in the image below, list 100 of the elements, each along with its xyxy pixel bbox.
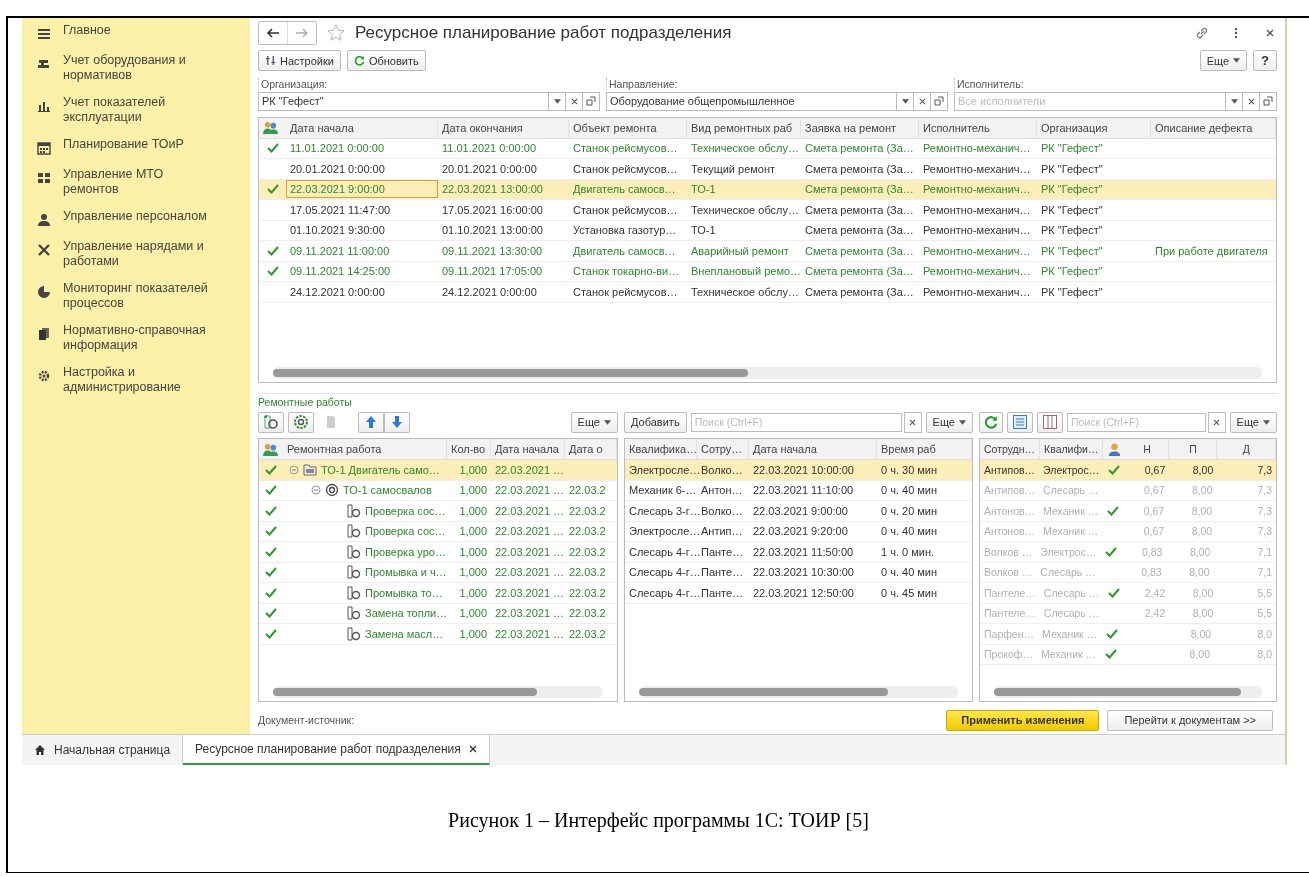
dropdown-button[interactable] xyxy=(1226,91,1243,111)
table-cell-text: Антонов… xyxy=(983,503,1037,519)
column-header[interactable]: Дата начала xyxy=(491,439,565,460)
column-header[interactable]: Дата начала xyxy=(749,439,877,460)
table-cell-text: Техническое обслу… xyxy=(690,202,800,218)
column-header[interactable]: П xyxy=(1169,439,1218,460)
table-cell-text: Смета ремонта (За… xyxy=(804,264,915,280)
close-icon xyxy=(909,418,917,426)
table-cell-text: 22.03.2021 … xyxy=(494,585,565,601)
table-cell-text: Ремонтно-механич… xyxy=(922,264,1032,280)
column-header[interactable]: Вид ремонтных раб xyxy=(687,117,801,138)
more-button[interactable]: Еще xyxy=(1199,50,1248,72)
column-header[interactable]: Описание дефекта xyxy=(1151,117,1276,138)
machine-icon xyxy=(37,57,51,71)
tree-item[interactable]: Проверка сос… xyxy=(365,504,446,517)
dropdown-button[interactable] xyxy=(549,91,566,111)
task-icon xyxy=(347,544,361,559)
add-task-button[interactable] xyxy=(258,411,284,433)
clear-button[interactable] xyxy=(566,91,583,111)
link-icon[interactable] xyxy=(1195,25,1209,40)
sidebar-item[interactable]: Учет оборудования и нормативов xyxy=(22,50,250,92)
tree-item[interactable]: Промывка и ч… xyxy=(365,566,447,579)
column-header[interactable]: Квалифика… xyxy=(625,439,697,460)
clear-button[interactable] xyxy=(914,91,931,111)
refresh-button[interactable]: Обновить xyxy=(346,50,426,72)
column-header[interactable]: Ремонтная работа xyxy=(283,439,447,460)
search-field[interactable]: Поиск (Ctrl+F) xyxy=(690,412,902,432)
sidebar-item[interactable]: Управление МТО ремонтов xyxy=(22,164,250,206)
table-cell-text: 22.03.2021 … xyxy=(494,544,565,560)
tree-item[interactable]: Промывка то… xyxy=(365,586,443,599)
refresh-button[interactable] xyxy=(979,411,1003,433)
column-header[interactable]: Дата начала xyxy=(286,117,438,138)
collapse-icon[interactable] xyxy=(289,464,299,475)
more-button[interactable]: Еще xyxy=(925,411,973,433)
sidebar-item[interactable]: Настройка и администрирование xyxy=(22,362,250,404)
clear-button[interactable] xyxy=(1207,411,1226,433)
tree-item[interactable]: Замена топли… xyxy=(365,607,448,620)
sidebar-item[interactable]: Учет показателей эксплуатации xyxy=(22,92,250,134)
column-header[interactable]: Объект ремонта xyxy=(569,117,687,138)
column-header[interactable]: Н xyxy=(1125,439,1170,460)
column-header[interactable]: Исполнитель xyxy=(919,117,1037,138)
tree-item[interactable]: Проверка уро… xyxy=(365,545,446,558)
sidebar-item[interactable]: Нормативно-справочная информация xyxy=(22,320,250,362)
horizontal-scrollbar[interactable] xyxy=(273,367,1262,380)
tree-item[interactable]: Проверка сос… xyxy=(365,525,446,538)
clear-button[interactable] xyxy=(1243,91,1260,111)
column-header[interactable]: Сотрудн… xyxy=(980,439,1041,460)
caret-icon xyxy=(1263,419,1270,425)
column-header[interactable]: Дата о xyxy=(565,439,617,460)
column-header[interactable]: Время раб xyxy=(877,439,972,460)
collapse-icon[interactable] xyxy=(311,485,321,496)
column-header[interactable]: Квалифи… xyxy=(1040,439,1104,460)
column-header[interactable]: Д xyxy=(1217,439,1276,460)
table-cell-text: 0,67 xyxy=(1143,462,1167,478)
sidebar-item[interactable]: Управление персоналом xyxy=(22,206,250,236)
table-cell-text: Антипов… xyxy=(983,462,1037,478)
sidebar-item[interactable]: Управление нарядами и работами xyxy=(22,236,250,278)
table-cell-text: 0 ч. 20 мин xyxy=(880,503,939,519)
column-header[interactable]: Дата окончания xyxy=(438,117,569,138)
dropdown-button[interactable] xyxy=(897,91,914,111)
tree-item[interactable]: ТО-1 Двигатель само… xyxy=(321,463,440,476)
table-view-button[interactable] xyxy=(1007,411,1033,433)
column-header[interactable]: Организация xyxy=(1037,117,1151,138)
down-button[interactable] xyxy=(384,411,410,433)
sidebar-item[interactable]: Мониторинг показателей процессов xyxy=(22,278,250,320)
close-icon xyxy=(1213,418,1221,426)
sidebar-item[interactable]: Главное xyxy=(22,20,250,50)
go-to-documents-button[interactable]: Перейти к документам >> xyxy=(1107,709,1273,731)
close-icon[interactable] xyxy=(468,745,477,753)
table-cell-text: Механик 6-… xyxy=(628,483,697,499)
apply-button[interactable]: Применить изменения xyxy=(946,709,1100,731)
table-cell-text: Пантеле… xyxy=(983,606,1037,622)
column-header[interactable]: Сотру… xyxy=(697,439,749,460)
operation-button[interactable] xyxy=(288,411,314,433)
horizontal-scrollbar[interactable] xyxy=(273,686,603,699)
filter-field[interactable]: Оборудование общепромышленное xyxy=(606,91,897,111)
tree-item[interactable]: Замена масл… xyxy=(365,627,444,640)
column-header[interactable]: Кол-во xyxy=(447,439,491,460)
table-cell-text: Механик … xyxy=(1041,626,1099,642)
filter-field[interactable]: Все исполнители xyxy=(954,91,1226,111)
clear-button[interactable] xyxy=(903,411,922,433)
search-field[interactable]: Поиск (Ctrl+F) xyxy=(1067,412,1206,432)
tree-item[interactable]: ТО-1 самосвалов xyxy=(343,484,432,497)
table-cell-text: 11.01.2021 0:00:00 xyxy=(289,141,385,157)
sidebar-item[interactable]: Планирование ТОиР xyxy=(22,134,250,164)
settings-button[interactable]: Настройки xyxy=(258,50,341,72)
horizontal-scrollbar[interactable] xyxy=(639,686,958,699)
more-button[interactable]: Еще xyxy=(570,411,618,433)
window-icon xyxy=(934,96,944,107)
column-header[interactable]: Заявка на ремонт xyxy=(801,117,919,138)
columns-button[interactable] xyxy=(1037,411,1063,433)
table-cell-text: 8,00 xyxy=(1188,565,1211,581)
star-icon[interactable] xyxy=(327,23,345,42)
horizontal-scrollbar[interactable] xyxy=(994,686,1262,699)
add-button[interactable]: Добавить xyxy=(624,411,687,433)
tab[interactable]: Ресурсное планирование работ подразделения xyxy=(183,735,490,765)
help-button[interactable]: ? xyxy=(1253,50,1277,72)
more-button[interactable]: Еще xyxy=(1229,411,1277,433)
filter-field[interactable]: РК "Гефест" xyxy=(258,91,549,111)
up-button[interactable] xyxy=(358,411,384,433)
